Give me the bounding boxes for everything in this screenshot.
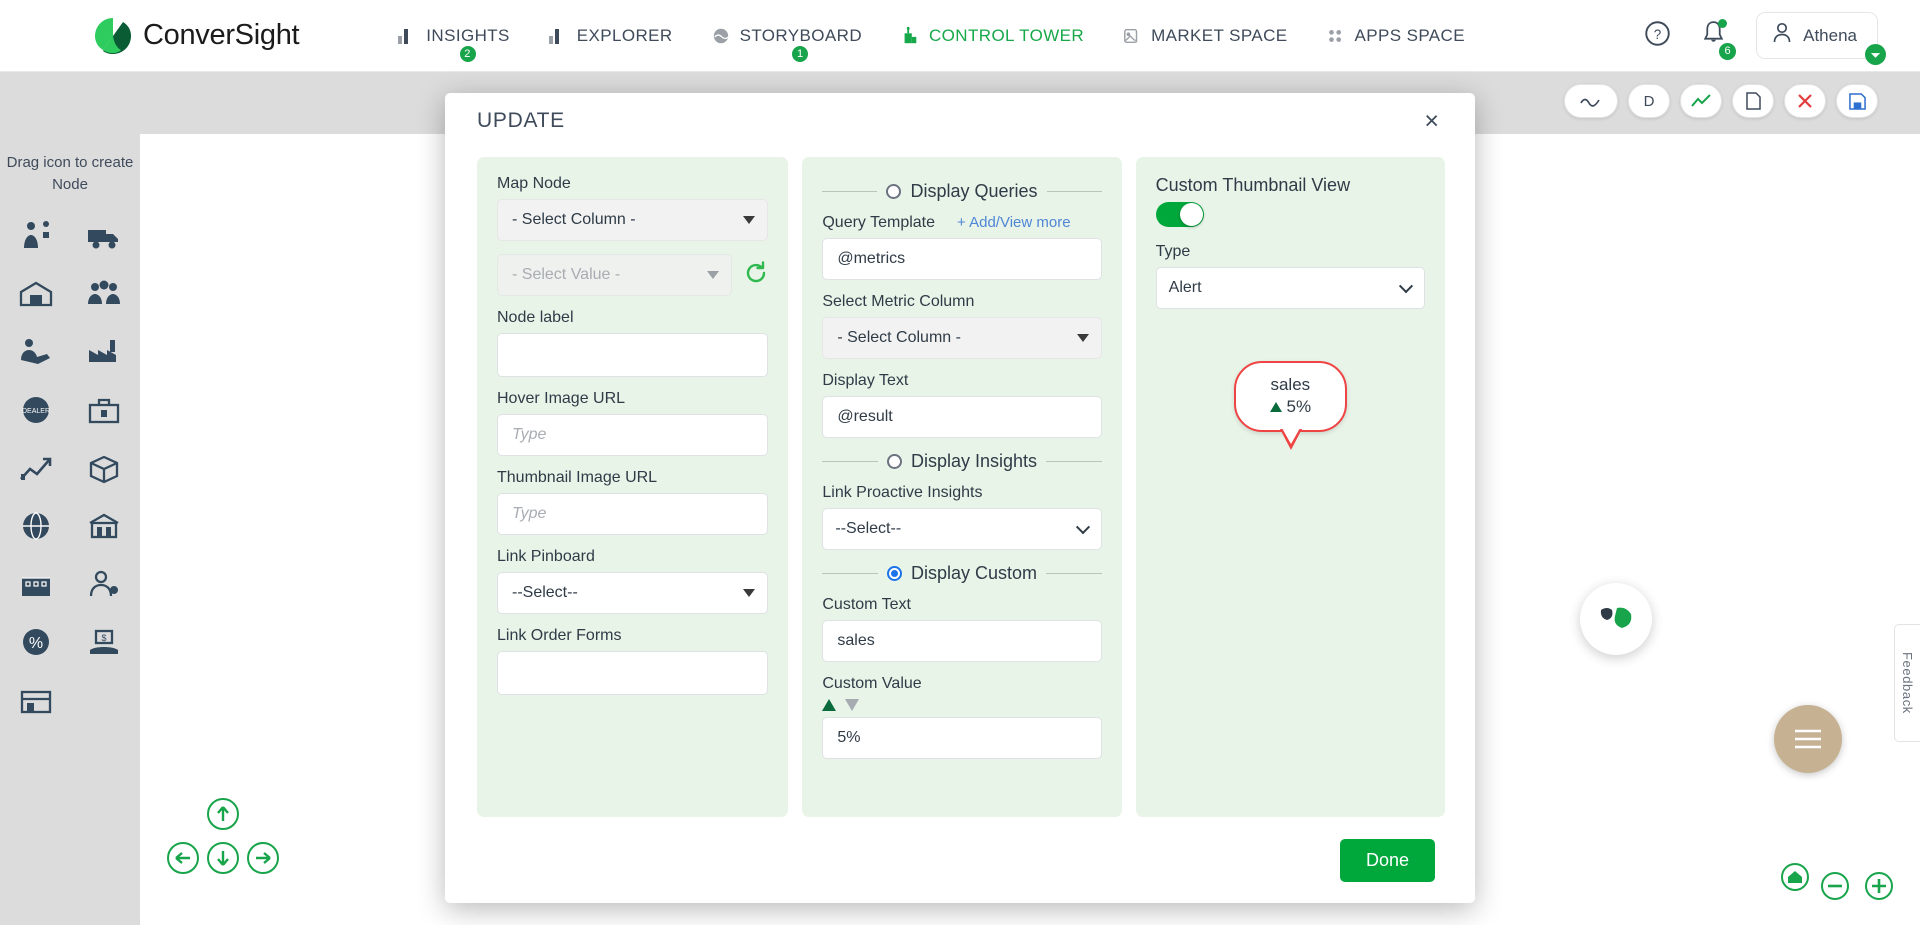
query-template-label-row: Query Template + Add/View more <box>822 214 1101 232</box>
map-node-value-text: - Select Value - <box>512 266 621 283</box>
map-node-field: Map Node - Select Column - <box>497 175 769 241</box>
thumbnail-image-label: Thumbnail Image URL <box>497 469 658 486</box>
display-custom-divider: Display Custom <box>822 563 1102 584</box>
query-template-input[interactable] <box>822 238 1102 280</box>
map-node-column-value: - Select Column - <box>512 211 636 228</box>
thumbnail-image-field: Thumbnail Image URL <box>497 469 769 535</box>
custom-thumbnail-panel: Custom Thumbnail View Type Alert sales 5… <box>1135 157 1446 817</box>
query-template-label: Query Template <box>822 214 936 231</box>
alert-bubble-text: sales <box>1270 375 1311 394</box>
chevron-down-icon <box>707 271 720 279</box>
custom-value-input[interactable] <box>822 717 1102 759</box>
divider-line <box>822 461 878 462</box>
hover-image-label: Hover Image URL <box>497 390 626 407</box>
display-custom-label: Display Custom <box>910 563 1038 583</box>
thumbnail-type-label: Type <box>1155 243 1191 260</box>
custom-text-label: Custom Text <box>822 596 911 613</box>
select-metric-column-value: - Select Column - <box>837 329 961 346</box>
modal-title: UPDATE <box>477 109 565 132</box>
refresh-icon[interactable] <box>744 260 768 290</box>
link-proactive-insights-value: --Select-- <box>835 520 902 537</box>
custom-value-field: Custom Value <box>822 675 1102 759</box>
link-order-forms-input[interactable] <box>497 651 769 695</box>
modal-header: UPDATE × <box>445 93 1475 149</box>
divider-line <box>1046 461 1102 462</box>
link-proactive-insights-field: Link Proactive Insights --Select-- <box>822 484 1102 550</box>
link-proactive-insights-select-wrap: --Select-- <box>822 508 1102 550</box>
hover-image-input[interactable] <box>497 414 769 456</box>
display-text-label: Display Text <box>822 372 909 389</box>
display-insights-radio[interactable] <box>886 454 902 469</box>
link-pinboard-value: --Select-- <box>512 584 578 601</box>
display-insights-label: Display Insights <box>910 451 1038 471</box>
alert-bubble-value-row: 5% <box>1269 395 1312 419</box>
link-proactive-insights-label: Link Proactive Insights <box>822 484 983 501</box>
divider-line <box>822 191 878 192</box>
triangle-up-icon[interactable] <box>822 699 837 711</box>
update-node-modal: UPDATE × Map Node - Select Column - - Se… <box>445 93 1475 903</box>
select-metric-column-field: Select Metric Column - Select Column - <box>822 293 1102 359</box>
chevron-down-icon <box>743 589 756 597</box>
display-queries-divider: Display Queries <box>822 181 1102 202</box>
alert-bubble-value: 5% <box>1286 397 1312 417</box>
thumbnail-image-input[interactable] <box>497 493 769 535</box>
add-view-more-link[interactable]: + Add/View more <box>957 214 1071 231</box>
divider-line <box>1046 573 1102 574</box>
display-text-input[interactable] <box>822 396 1102 438</box>
thumbnail-type-value: Alert <box>1168 279 1202 296</box>
link-order-forms-label: Link Order Forms <box>497 627 622 644</box>
app-root: ConverSight INSIGHTS 2 EXPLORER STORYBOA… <box>0 0 1920 925</box>
display-queries-label: Display Queries <box>910 181 1038 201</box>
close-icon[interactable]: × <box>1418 105 1445 138</box>
divider-line <box>1046 191 1102 192</box>
link-proactive-insights-select[interactable]: --Select-- <box>822 508 1102 550</box>
custom-thumbnail-title: Custom Thumbnail View <box>1155 175 1351 195</box>
link-pinboard-field: Link Pinboard --Select-- <box>497 548 769 614</box>
alert-bubble: sales 5% <box>1233 361 1348 451</box>
chevron-down-icon <box>743 216 756 224</box>
map-node-value-select[interactable]: - Select Value - <box>497 254 733 296</box>
display-options-panel: Display Queries Query Template + Add/Vie… <box>802 157 1122 817</box>
thumbnail-preview: sales 5% <box>1156 361 1425 451</box>
map-node-value-row: - Select Value - <box>497 254 768 296</box>
modal-footer: Done <box>445 817 1475 882</box>
node-label-label: Node label <box>497 309 574 326</box>
hover-image-field: Hover Image URL <box>497 390 769 456</box>
custom-thumbnail-toggle[interactable] <box>1155 202 1204 227</box>
map-node-column-select[interactable]: - Select Column - <box>497 199 769 241</box>
node-label-field: Node label <box>497 309 769 377</box>
triangle-down-icon[interactable] <box>845 699 860 711</box>
query-template-field: Query Template + Add/View more <box>822 214 1102 280</box>
node-label-input[interactable] <box>497 333 769 377</box>
thumbnail-type-select[interactable]: Alert <box>1155 267 1426 309</box>
display-queries-radio[interactable] <box>886 184 902 199</box>
link-order-forms-field: Link Order Forms <box>497 627 769 695</box>
display-custom-radio[interactable] <box>886 566 902 581</box>
modal-body: Map Node - Select Column - - Select Valu… <box>445 149 1475 817</box>
divider-line <box>822 573 878 574</box>
map-node-label: Map Node <box>497 175 571 192</box>
link-pinboard-select[interactable]: --Select-- <box>497 572 769 614</box>
custom-text-field: Custom Text <box>822 596 1102 662</box>
select-metric-column-select[interactable]: - Select Column - <box>822 317 1102 359</box>
thumbnail-type-select-wrap: Alert <box>1155 267 1426 309</box>
trend-direction-toggle <box>822 699 1101 711</box>
custom-text-input[interactable] <box>822 620 1102 662</box>
toggle-knob <box>1179 203 1203 226</box>
chevron-down-icon <box>1076 334 1089 342</box>
display-text-field: Display Text <box>822 372 1102 438</box>
map-node-panel: Map Node - Select Column - - Select Valu… <box>477 157 789 817</box>
select-metric-column-label: Select Metric Column <box>822 293 975 310</box>
display-insights-divider: Display Insights <box>822 451 1102 472</box>
done-button[interactable]: Done <box>1339 839 1435 882</box>
custom-value-label: Custom Value <box>822 675 922 692</box>
link-pinboard-label: Link Pinboard <box>497 548 595 565</box>
triangle-up-icon <box>1269 402 1282 413</box>
thumbnail-type-field: Type Alert <box>1155 243 1426 309</box>
